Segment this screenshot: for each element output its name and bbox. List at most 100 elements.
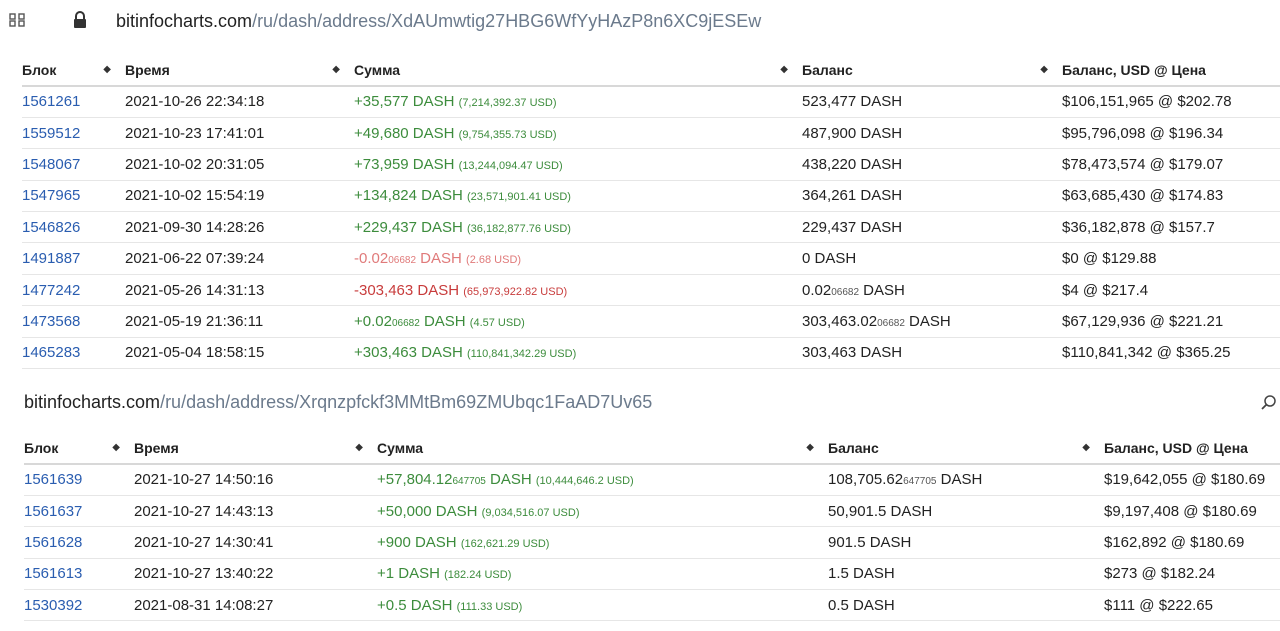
cell-amount: -303,463 DASH (65,973,922.82 USD)	[354, 274, 802, 307]
cell-time: 2021-08-31 14:08:27	[134, 589, 377, 622]
cell-time: 2021-06-22 07:39:24	[125, 242, 354, 275]
amount-usd: (7,214,392.37 USD)	[458, 97, 557, 110]
cell-balance: 0.5 DASH	[828, 589, 1104, 622]
amount-small-digits: 06682	[388, 255, 417, 267]
table-row: 1561639 2021-10-27 14:50:16 +57,804.126477…	[24, 464, 1280, 496]
cell-balance-usd: $63,685,430 @ $174.83	[1062, 180, 1280, 213]
block-link[interactable]: 1530392	[24, 597, 82, 614]
block-link[interactable]: 1561261	[22, 93, 80, 110]
balance-unit: DASH	[936, 471, 983, 489]
address-bar[interactable]: bitinfocharts.com/ru/dash/address/XdAUmw…	[0, 0, 1280, 44]
amount-value: +303,463	[354, 344, 417, 362]
cell-block: 1561628	[24, 526, 134, 559]
block-link[interactable]: 1473568	[22, 313, 80, 330]
amount-unit: DASH	[485, 471, 532, 489]
amount-value: +1	[377, 565, 395, 583]
cell-balance-usd: $19,642,055 @ $180.69	[1104, 464, 1280, 496]
balance-unit: DASH	[856, 218, 903, 236]
cell-balance: 303,463 DASH	[802, 337, 1062, 370]
col-header-amount[interactable]: Сумма ◆	[354, 54, 802, 87]
block-link[interactable]: 1477242	[22, 282, 80, 299]
second-address-url[interactable]: bitinfocharts.com/ru/dash/address/Xrqnzp…	[24, 392, 652, 413]
sort-icon[interactable]: ◆	[780, 64, 788, 75]
col-header-block[interactable]: Блок ◆	[22, 54, 125, 87]
block-link[interactable]: 1561637	[24, 503, 82, 520]
cell-balance: 487,900 DASH	[802, 117, 1062, 150]
block-link[interactable]: 1465283	[22, 344, 80, 361]
block-link[interactable]: 1547965	[22, 187, 80, 204]
block-link[interactable]: 1561628	[24, 534, 82, 551]
search-icon[interactable]	[1260, 394, 1278, 412]
balance-unit: DASH	[865, 533, 912, 551]
cell-time: 2021-05-19 21:36:11	[125, 305, 354, 338]
balance-value: 303,463.02	[802, 312, 878, 330]
amount-value: -303,463	[354, 281, 414, 299]
amount-value: +134,824	[354, 187, 417, 205]
col-header-balance-usd[interactable]: Баланс, USD @ Цена	[1104, 432, 1280, 465]
table-header-row: Блок ◆ Время ◆ Сумма ◆ Баланс ◆ Баланс, USD …	[22, 54, 1280, 87]
amount-unit: DASH	[416, 344, 463, 362]
block-link[interactable]: 1546826	[22, 219, 80, 236]
cell-amount: +229,437 DASH (36,182,877.76 USD)	[354, 211, 802, 244]
col-header-balance-usd[interactable]: Баланс, USD @ Цена	[1062, 54, 1280, 87]
sort-icon[interactable]: ◆	[806, 442, 814, 453]
sort-icon[interactable]: ◆	[103, 64, 111, 75]
cell-balance-usd: $273 @ $182.24	[1104, 558, 1280, 591]
cell-amount: +49,680 DASH (9,754,355.73 USD)	[354, 117, 802, 150]
balance-unit: DASH	[848, 596, 895, 614]
col-header-balance[interactable]: Баланс ◆	[828, 432, 1104, 465]
cell-amount: +1 DASH (182.24 USD)	[377, 558, 828, 591]
balance-value: 108,705.62	[828, 471, 904, 489]
amount-usd: (10,444,646.2 USD)	[535, 475, 634, 488]
sort-icon[interactable]: ◆	[355, 442, 363, 453]
amount-usd: (111.33 USD)	[456, 600, 523, 613]
sort-icon[interactable]: ◆	[1082, 442, 1090, 453]
table-row: 1477242 2021-05-26 14:31:13 -303,463 DASH …	[22, 274, 1280, 307]
amount-usd: (9,754,355.73 USD)	[458, 128, 557, 141]
cell-amount: +57,804.12647705 DASH (10,444,646.2 USD)	[377, 464, 828, 496]
page-url[interactable]: bitinfocharts.com/ru/dash/address/XdAUmw…	[116, 11, 761, 32]
apps-grid-icon[interactable]	[9, 13, 27, 27]
cell-block: 1548067	[22, 148, 125, 181]
cell-balance: 438,220 DASH	[802, 148, 1062, 181]
col-header-block[interactable]: Блок ◆	[24, 432, 134, 465]
sort-icon[interactable]: ◆	[1040, 64, 1048, 75]
balance-unit: DASH	[856, 124, 903, 142]
url-path: /ru/dash/address/XdAUmwtig27HBG6WfYyHAzP…	[252, 11, 762, 31]
balance-value: 364,261	[802, 187, 857, 205]
cell-balance-usd: $106,151,965 @ $202.78	[1062, 86, 1280, 118]
amount-value: +57,804.12	[377, 471, 453, 489]
cell-balance-usd: $78,473,574 @ $179.07	[1062, 148, 1280, 181]
balance-unit: DASH	[886, 502, 933, 520]
cell-time: 2021-10-26 22:34:18	[125, 86, 354, 118]
amount-value: +35,577	[354, 93, 409, 111]
col-header-time[interactable]: Время ◆	[125, 54, 354, 87]
cell-balance: 0 DASH	[802, 242, 1062, 275]
block-link[interactable]: 1561613	[24, 565, 82, 582]
cell-block: 1491887	[22, 242, 125, 275]
cell-balance-usd: $9,197,408 @ $180.69	[1104, 495, 1280, 528]
amount-unit: DASH	[410, 533, 457, 551]
cell-block: 1530392	[24, 589, 134, 622]
transactions-table-1: Блок ◆ Время ◆ Сумма ◆ Баланс ◆ Баланс, USD …	[22, 54, 1280, 370]
cell-balance: 108,705.62647705 DASH	[828, 464, 1104, 496]
col-header-amount[interactable]: Сумма ◆	[377, 432, 828, 465]
sort-icon[interactable]: ◆	[112, 442, 120, 453]
balance-unit: DASH	[856, 155, 903, 173]
cell-balance: 50,901.5 DASH	[828, 495, 1104, 528]
balance-unit: DASH	[904, 312, 951, 330]
balance-value: 901.5	[828, 533, 866, 551]
block-link[interactable]: 1491887	[22, 250, 80, 267]
col-header-time[interactable]: Время ◆	[134, 432, 377, 465]
amount-unit: DASH	[413, 281, 460, 299]
block-link[interactable]: 1548067	[22, 156, 80, 173]
cell-time: 2021-10-02 20:31:05	[125, 148, 354, 181]
balance-unit: DASH	[856, 344, 903, 362]
block-link[interactable]: 1561639	[24, 471, 82, 488]
sort-icon[interactable]: ◆	[332, 64, 340, 75]
cell-amount: -0.0206682 DASH (2.68 USD)	[354, 242, 802, 275]
amount-small-digits: 06682	[391, 317, 420, 329]
col-header-balance[interactable]: Баланс ◆	[802, 54, 1062, 87]
balance-unit: DASH	[856, 187, 903, 205]
block-link[interactable]: 1559512	[22, 125, 80, 142]
